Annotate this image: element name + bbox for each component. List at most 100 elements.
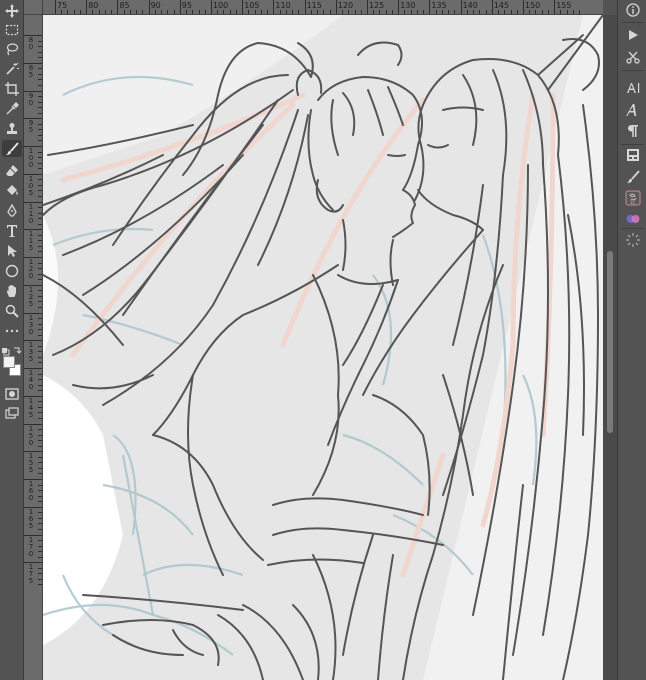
ruler-minor-tick <box>38 318 42 320</box>
ruler-tick-label: 130 <box>28 313 34 336</box>
ruler-minor-tick <box>38 412 42 414</box>
ellipse-tool[interactable] <box>2 262 22 279</box>
ruler-minor-tick <box>186 10 188 14</box>
pen-tool[interactable] <box>2 202 22 219</box>
marquee-tool[interactable] <box>2 21 22 38</box>
swap-colors[interactable] <box>2 341 22 356</box>
paragraph-panel[interactable] <box>622 121 644 141</box>
ruler-origin[interactable] <box>24 0 43 15</box>
ruler-major-tick <box>24 284 42 286</box>
ruler-minor-tick <box>38 528 42 530</box>
actions-panel[interactable] <box>622 25 644 45</box>
ruler-tick-label: 165 <box>28 507 34 530</box>
ruler-minor-tick <box>560 10 562 14</box>
ruler-major-tick <box>117 0 119 14</box>
ruler-minor-tick <box>38 551 42 553</box>
stamp-tool[interactable] <box>2 120 22 137</box>
horizontal-ruler[interactable]: 75 80 85 90 95 100 105 110 115 120 125 130 135 140 145… <box>43 0 603 15</box>
ruler-minor-tick <box>38 212 42 214</box>
ruler-minor-tick <box>310 10 312 14</box>
lasso-tool[interactable] <box>2 40 22 57</box>
ruler-minor-tick <box>38 473 42 475</box>
vertical-ruler[interactable]: 80 85 90 95 100 105 110 115 120 125 130 135 140 145 15… <box>24 15 43 680</box>
ruler-minor-tick <box>38 134 42 136</box>
paint-bucket-icon <box>7 184 18 195</box>
color-panel[interactable] <box>622 209 644 229</box>
ruler-tick-label: 95 <box>181 1 192 10</box>
move-tool[interactable] <box>2 2 22 19</box>
ruler-minor-tick <box>379 10 381 14</box>
brush-settings-panel[interactable] <box>622 167 644 187</box>
ruler-minor-tick <box>38 96 42 98</box>
brush-settings-icon <box>626 170 640 184</box>
clone-source-panel[interactable]: 1C <box>622 188 644 208</box>
ruler-minor-tick <box>38 467 42 469</box>
ruler-minor-tick <box>38 517 42 519</box>
zoom-tool[interactable] <box>2 302 22 319</box>
ruler-major-tick <box>398 0 400 14</box>
ruler-minor-tick <box>38 379 42 381</box>
adjustments-panel[interactable] <box>622 230 644 250</box>
ruler-major-tick <box>242 0 244 14</box>
ruler-tick-label: 140 <box>462 1 478 10</box>
ruler-minor-tick <box>38 456 42 458</box>
brush-tool[interactable] <box>2 140 22 157</box>
more-tools[interactable] <box>2 322 22 339</box>
ruler-minor-tick <box>38 273 42 275</box>
swatch-icon <box>626 215 640 223</box>
ruler-major-tick <box>24 90 42 92</box>
libraries-panel[interactable] <box>622 145 644 165</box>
ruler-minor-tick <box>142 10 144 14</box>
ruler-minor-tick <box>161 10 163 14</box>
screen-mode[interactable] <box>2 404 22 421</box>
ruler-tick-label: 115 <box>306 1 322 10</box>
ruler-minor-tick <box>223 10 225 14</box>
path-selection-tool[interactable] <box>2 242 22 259</box>
ruler-minor-tick <box>38 79 42 81</box>
ruler-minor-tick <box>404 10 406 14</box>
quick-mask-mode[interactable] <box>2 385 22 402</box>
ruler-major-tick <box>24 395 42 397</box>
ruler-minor-tick <box>38 157 42 159</box>
crop-tool[interactable] <box>2 80 22 97</box>
glyphs-panel[interactable] <box>622 100 644 120</box>
info-panel[interactable] <box>622 0 644 20</box>
type-tool[interactable] <box>2 222 22 239</box>
hand-tool[interactable] <box>2 282 22 299</box>
ruler-minor-tick <box>385 10 387 14</box>
ruler-minor-tick <box>136 10 138 14</box>
ruler-major-tick <box>24 229 42 231</box>
crop-icon <box>5 81 19 96</box>
scrollbar-thumb[interactable] <box>607 251 613 433</box>
ruler-tick-label: 75 <box>57 1 68 10</box>
paint-bucket-tool[interactable] <box>2 181 22 198</box>
ruler-tick-label: 125 <box>369 1 385 10</box>
character-panel[interactable] <box>622 78 644 98</box>
vertical-scrollbar[interactable] <box>603 15 617 680</box>
ruler-minor-tick <box>38 112 42 114</box>
ruler-minor-tick <box>229 10 231 14</box>
eraser-tool[interactable] <box>2 161 22 178</box>
ruler-minor-tick <box>38 251 42 253</box>
ruler-minor-tick <box>38 184 42 186</box>
ruler-minor-tick <box>473 10 475 14</box>
clone-source-icon: 1C <box>625 190 641 206</box>
magic-wand-tool[interactable] <box>2 60 22 77</box>
foreground-color-swatch[interactable] <box>3 356 15 368</box>
ruler-minor-tick <box>579 10 581 14</box>
document-canvas[interactable] <box>43 15 603 680</box>
ruler-minor-tick <box>260 10 262 14</box>
ruler-minor-tick <box>391 10 393 14</box>
ruler-tick-label: 100 <box>28 147 34 169</box>
ruler-tick-label: 110 <box>275 1 291 10</box>
tools-panel[interactable] <box>622 47 644 67</box>
ruler-minor-tick <box>510 10 512 14</box>
ruler-minor-tick <box>38 484 42 486</box>
ruler-tick-label: 85 <box>119 1 130 10</box>
ruler-major-tick <box>24 173 42 175</box>
ruler-tick-label: 120 <box>28 258 34 280</box>
ruler-minor-tick <box>38 306 42 308</box>
screen-mode-icon <box>5 406 19 419</box>
eyedropper-tool[interactable] <box>2 100 22 117</box>
ruler-minor-tick <box>38 207 42 209</box>
